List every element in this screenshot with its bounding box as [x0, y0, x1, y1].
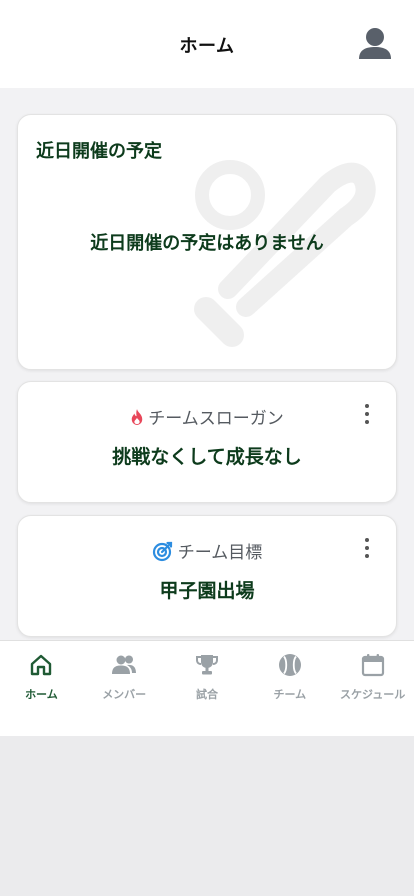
no-events-message: 近日開催の予定はありません — [90, 233, 324, 254]
trophy-icon — [195, 655, 218, 675]
slogan-text: 挑戦なくして成長なし — [112, 446, 302, 468]
slogan-more-button[interactable] — [358, 402, 376, 426]
more-vertical-icon — [365, 404, 369, 408]
team-slogan-card: チームスローガン 挑戦なくして成長なし — [17, 381, 397, 503]
tab-label-games: 試合 — [195, 688, 218, 701]
tab-schedule[interactable]: スケジュール — [331, 641, 414, 736]
slogan-label: チームスローガン — [148, 409, 284, 429]
home-content: 近日開催の予定 近日開催の予定はありません チームスローガン 挑戦なくして成長な… — [0, 88, 414, 640]
upcoming-events-title: 近日開催の予定 — [36, 141, 162, 162]
tab-games[interactable]: 試合 — [166, 641, 249, 736]
tab-label-schedule: スケジュール — [339, 688, 406, 701]
tab-label-members: メンバー — [102, 688, 147, 701]
goal-label-row: チーム目標 — [18, 538, 396, 563]
people-icon — [112, 655, 137, 674]
profile-button[interactable] — [358, 26, 392, 62]
goal-text: 甲子園出場 — [159, 580, 255, 602]
more-vertical-icon — [365, 538, 369, 542]
tab-label-team: チーム — [273, 688, 307, 701]
upcoming-events-card: 近日開催の予定 近日開催の予定はありません — [17, 114, 397, 370]
slogan-label-row: チームスローガン — [18, 404, 396, 429]
goal-label: チーム目標 — [177, 543, 263, 563]
team-goal-card: チーム目標 甲子園出場 — [17, 515, 397, 637]
tab-label-home: ホーム — [25, 688, 58, 701]
page-title: ホーム — [179, 36, 235, 57]
tab-team[interactable]: チーム — [248, 641, 331, 736]
goal-more-button[interactable] — [358, 536, 376, 560]
target-icon — [152, 541, 172, 561]
tab-members[interactable]: メンバー — [83, 641, 166, 736]
home-icon — [31, 654, 52, 676]
tab-home[interactable]: ホーム — [0, 641, 83, 736]
baseball-icon — [278, 654, 301, 676]
bottom-tab-bar: ホーム メンバー 試合 チーム スケジュール — [0, 640, 414, 736]
app-header: ホーム — [0, 0, 414, 88]
flame-icon — [132, 408, 143, 425]
user-icon — [359, 28, 391, 59]
calendar-icon — [361, 654, 384, 677]
